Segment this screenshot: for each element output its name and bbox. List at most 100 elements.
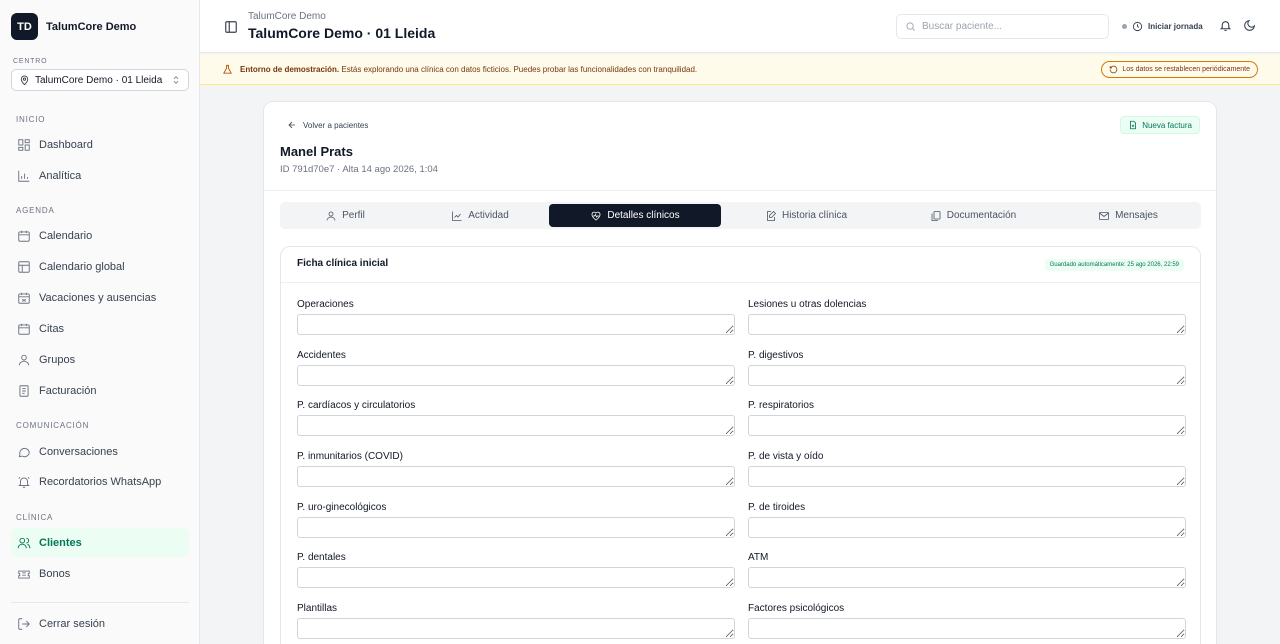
sidebar-item-bonos[interactable]: Bonos	[11, 559, 189, 588]
tab-label: Mensajes	[1115, 210, 1158, 221]
field-label-tiroides: P. de tiroides	[748, 502, 806, 513]
nav-section-comunicacion: COMUNICACIÓN	[16, 421, 90, 430]
new-invoice-button[interactable]: Nueva factura	[1120, 116, 1200, 134]
sidebar-item-label: Calendario global	[39, 260, 125, 273]
sidebar-item-calendario[interactable]: Calendario	[11, 221, 189, 250]
autosave-badge: Guardado automáticamente: 25 ago 2026, 2…	[1044, 259, 1184, 271]
mail-icon	[1099, 211, 1109, 220]
sidebar-item-label: Conversaciones	[39, 445, 118, 458]
field-label-inmunitarios: P. inmunitarios (COVID)	[297, 451, 403, 462]
flask-icon	[223, 64, 232, 74]
field-label-atm: ATM	[748, 552, 769, 563]
centro-value: TalumCore Demo · 01 Lleida	[35, 74, 163, 86]
digestivos-field[interactable]	[748, 365, 1186, 386]
cardiacos-field[interactable]	[297, 415, 735, 436]
patient-meta: ID 791d70e7 · Alta 14 ago 2026, 1:04	[280, 164, 438, 175]
sidebar-item-label: Facturación	[39, 384, 97, 397]
sidebar-item-vacaciones[interactable]: Vacaciones y ausencias	[11, 283, 189, 312]
field-label-vista: P. de vista y oído	[748, 451, 824, 462]
tab-actividad[interactable]: Actividad	[410, 204, 550, 227]
tab-label: Perfil	[342, 210, 365, 221]
clinical-form: Ficha clínica inicial Guardado automátic…	[280, 246, 1201, 644]
field-label-plantillas: Plantillas	[297, 603, 338, 614]
lesiones-field[interactable]	[748, 314, 1186, 335]
sidebar-item-label: Citas	[39, 322, 65, 335]
sidebar-divider	[11, 602, 189, 603]
log-out-icon	[18, 617, 30, 630]
sidebar: TD TalumCore Demo CENTRO TalumCore Demo …	[0, 0, 200, 644]
inmunitarios-field[interactable]	[297, 466, 735, 487]
atm-field[interactable]	[748, 567, 1186, 588]
sidebar-item-label: Calendario	[39, 229, 93, 242]
field-label-operaciones: Operaciones	[297, 299, 354, 310]
files-icon	[931, 210, 941, 221]
centro-label: CENTRO	[13, 58, 48, 65]
tab-detalles-clinicos[interactable]: Detalles clínicos	[549, 204, 721, 227]
tab-historia-clinica[interactable]: Historia clínica	[721, 204, 891, 227]
search-icon	[906, 22, 915, 31]
field-label-psicologicos: Factores psicológicos	[748, 603, 845, 614]
field-label-digestivos: P. digestivos	[748, 350, 804, 361]
heart-pulse-icon	[591, 211, 601, 220]
tiroides-field[interactable]	[748, 517, 1186, 538]
calendar-off-icon	[18, 292, 30, 304]
patient-tabs: Perfil Actividad Detalles clínicos Histo…	[280, 202, 1201, 229]
sidebar-item-label: Recordatorios WhatsApp	[39, 475, 162, 488]
back-label: Volver a pacientes	[303, 120, 369, 130]
dashboard-icon	[18, 138, 30, 151]
user-icon	[18, 354, 30, 365]
plantillas-field[interactable]	[297, 618, 735, 639]
tab-mensajes[interactable]: Mensajes	[1055, 204, 1201, 227]
moon-icon[interactable]	[1243, 19, 1256, 32]
map-pin-icon	[20, 75, 29, 85]
tab-label: Actividad	[468, 210, 509, 221]
accidentes-field[interactable]	[297, 365, 735, 386]
sidebar-item-label: Dashboard	[39, 138, 93, 151]
sidebar-toggle-icon[interactable]	[224, 20, 238, 34]
sidebar-item-analitica[interactable]: Analítica	[11, 161, 189, 190]
psicologicos-field[interactable]	[748, 618, 1186, 639]
sidebar-item-label: Bonos	[39, 567, 71, 580]
edit-note-icon	[767, 210, 777, 221]
respiratorios-field[interactable]	[748, 415, 1186, 436]
operaciones-field[interactable]	[297, 314, 735, 335]
field-label-accidentes: Accidentes	[297, 350, 346, 361]
field-label-cardiacos: P. cardíacos y circulatorios	[297, 400, 416, 411]
patient-name: Manel Prats	[280, 144, 353, 159]
sidebar-item-grupos[interactable]: Grupos	[11, 345, 189, 374]
back-to-patients-link[interactable]: Volver a pacientes	[287, 120, 368, 130]
activity-chart-icon	[452, 211, 462, 221]
top-header: TalumCore Demo TalumCore Demo · 01 Lleid…	[200, 0, 1280, 53]
demo-banner: Entorno de demostración. Estás explorand…	[200, 54, 1280, 85]
bell-ring-icon	[18, 476, 30, 488]
logout-button[interactable]: Cerrar sesión	[11, 609, 189, 638]
nav-section-clinica: CLÍNICA	[16, 513, 54, 522]
form-title: Ficha clínica inicial	[297, 258, 389, 269]
sidebar-item-calendario-global[interactable]: Calendario global	[11, 252, 189, 281]
tab-perfil[interactable]: Perfil	[280, 204, 410, 227]
search-box[interactable]	[896, 14, 1109, 39]
start-shift-button[interactable]: Iniciar jornada	[1122, 18, 1203, 34]
sidebar-item-recordatorios[interactable]: Recordatorios WhatsApp	[11, 467, 189, 496]
field-label-dentales: P. dentales	[297, 552, 346, 563]
sidebar-item-conversaciones[interactable]: Conversaciones	[11, 437, 189, 466]
bell-icon[interactable]	[1219, 19, 1232, 32]
layout-grid-icon	[18, 260, 30, 273]
sidebar-item-clientes[interactable]: Clientes	[11, 528, 189, 557]
user-icon	[326, 211, 336, 221]
ticket-icon	[18, 570, 30, 579]
tab-documentacion[interactable]: Documentación	[891, 204, 1055, 227]
card-divider	[264, 190, 1216, 191]
start-shift-label: Iniciar jornada	[1148, 21, 1203, 31]
field-label-uro: P. uro-ginecológicos	[297, 502, 387, 513]
sidebar-item-citas[interactable]: Citas	[11, 314, 189, 343]
vista-oido-field[interactable]	[748, 466, 1186, 487]
dentales-field[interactable]	[297, 567, 735, 588]
centro-select[interactable]: TalumCore Demo · 01 Lleida	[11, 69, 189, 91]
tab-label: Documentación	[946, 210, 1017, 221]
sidebar-item-facturacion[interactable]: Facturación	[11, 376, 189, 405]
uro-ginecologicos-field[interactable]	[297, 517, 735, 538]
sidebar-item-dashboard[interactable]: Dashboard	[11, 130, 189, 159]
search-input[interactable]	[922, 21, 1102, 32]
sidebar-item-label: Vacaciones y ausencias	[39, 291, 157, 304]
